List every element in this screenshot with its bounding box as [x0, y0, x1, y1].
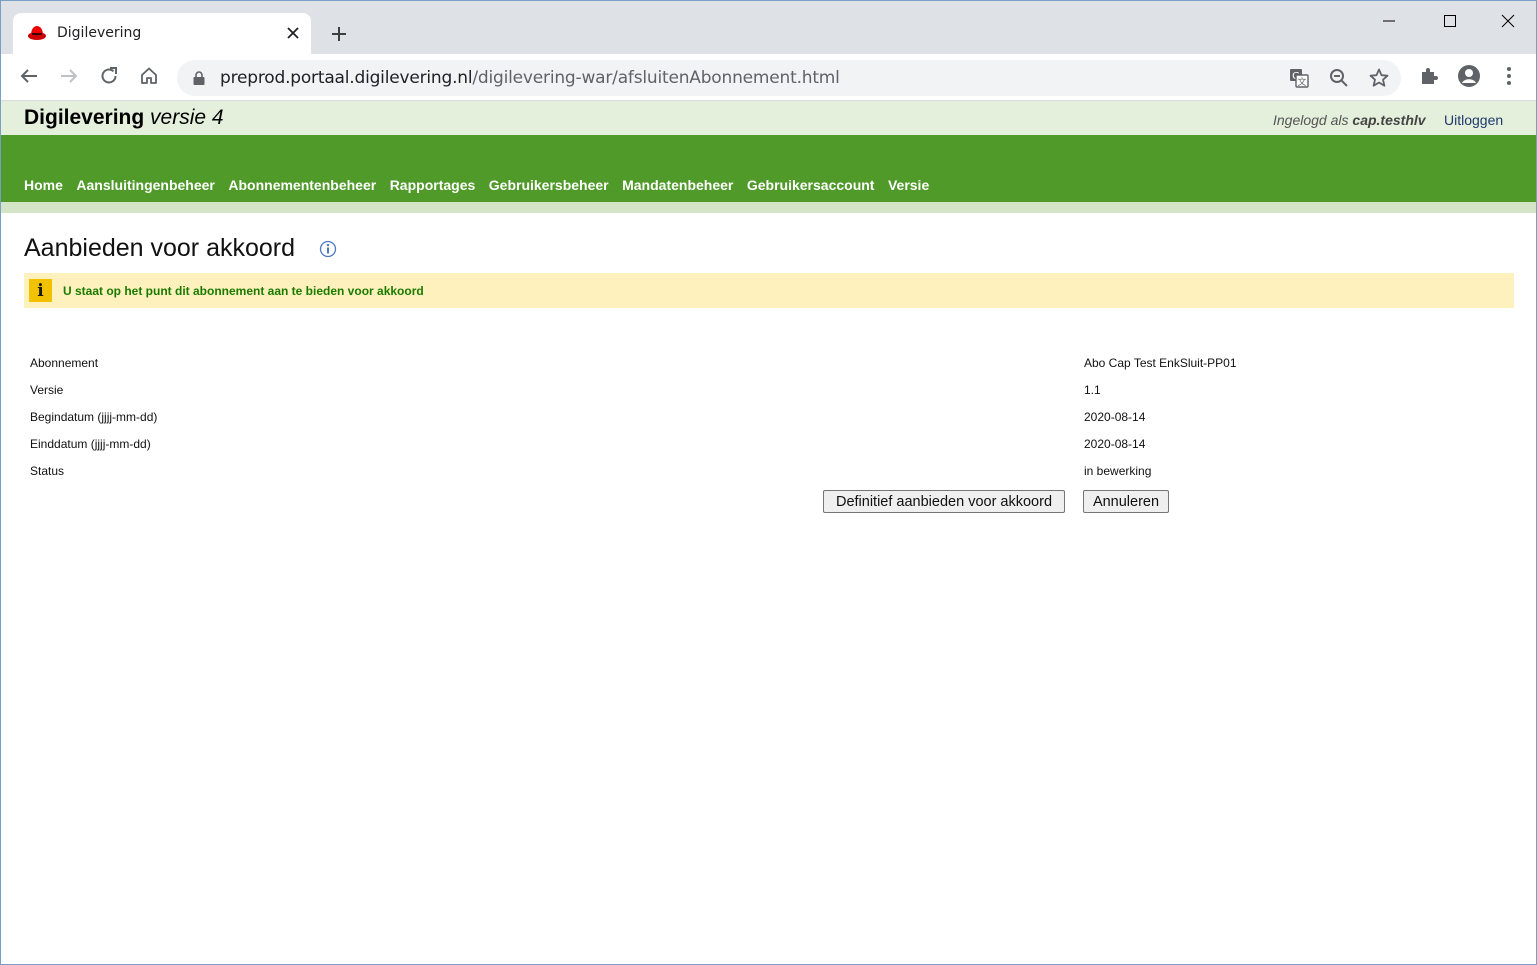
detail-value: Abo Cap Test EnkSluit-PP01	[1084, 356, 1237, 370]
nav-item-mandatenbeheer[interactable]: Mandatenbeheer	[622, 177, 733, 193]
url-text[interactable]: preprod.portaal.digilevering.nl/digileve…	[220, 68, 840, 88]
info-warning-icon: i	[29, 279, 52, 302]
detail-label: Begindatum (jjjj-mm-dd)	[30, 410, 158, 424]
nav-item-rapportages[interactable]: Rapportages	[390, 177, 476, 193]
brand-name: Digilevering	[24, 106, 145, 129]
address-bar[interactable]: preprod.portaal.digilevering.nl/digileve…	[177, 60, 1401, 96]
home-icon[interactable]	[137, 64, 161, 88]
info-help-icon[interactable]	[319, 240, 337, 258]
subscription-details: Abonnement Abo Cap Test EnkSluit-PP01 Ve…	[30, 351, 1330, 486]
detail-value: in bewerking	[1084, 464, 1152, 478]
nav-item-home[interactable]: Home	[24, 177, 63, 193]
close-tab-icon[interactable]	[283, 23, 303, 43]
brand-version: versie 4	[150, 106, 224, 129]
detail-label: Abonnement	[30, 356, 99, 370]
minimize-icon[interactable]	[1377, 9, 1401, 33]
profile-avatar-icon[interactable]	[1457, 64, 1481, 88]
more-menu-icon[interactable]	[1497, 64, 1521, 88]
cancel-button[interactable]: Annuleren	[1083, 490, 1169, 513]
detail-row: Abonnement Abo Cap Test EnkSluit-PP01	[30, 351, 1330, 378]
detail-row: Versie 1.1	[30, 378, 1330, 405]
page-title: Aanbieden voor akkoord	[24, 234, 296, 262]
login-username: cap.testhlv	[1352, 112, 1426, 128]
detail-row: Einddatum (jjjj-mm-dd) 2020-08-14	[30, 432, 1330, 459]
reload-icon[interactable]	[97, 64, 121, 88]
back-arrow-icon[interactable]	[17, 64, 41, 88]
nav-item-gebruikersbeheer[interactable]: Gebruikersbeheer	[489, 177, 609, 193]
info-alert: i U staat op het punt dit abonnement aan…	[24, 273, 1514, 308]
detail-row: Begindatum (jjjj-mm-dd) 2020-08-14	[30, 405, 1330, 432]
url-path: /digilevering-war/afsluitenAbonnement.ht…	[472, 68, 840, 88]
detail-value: 2020-08-14	[1084, 437, 1146, 451]
login-prefix: Ingelogd als	[1273, 112, 1349, 128]
detail-row: Status in bewerking	[30, 459, 1330, 486]
svg-text:文: 文	[1297, 76, 1306, 88]
nav-divider	[1, 202, 1536, 213]
browser-tab[interactable]: Digilevering	[13, 13, 311, 54]
zoom-out-icon[interactable]	[1328, 67, 1350, 89]
detail-label: Versie	[30, 383, 64, 397]
maximize-icon[interactable]	[1438, 9, 1462, 33]
logout-link[interactable]: Uitloggen	[1444, 112, 1503, 128]
nav-item-abonnementenbeheer[interactable]: Abonnementenbeheer	[228, 177, 376, 193]
page-content: Digilevering versie 4 Ingelogd als cap.t…	[1, 101, 1536, 964]
nav-item-versie[interactable]: Versie	[888, 177, 929, 193]
main-navigation: Home Aansluitingenbeheer Abonnementenbeh…	[1, 135, 1536, 202]
detail-label: Status	[30, 464, 65, 478]
nav-item-aansluitingenbeheer[interactable]: Aansluitingenbeheer	[76, 177, 214, 193]
nav-item-gebruikersaccount[interactable]: Gebruikersaccount	[747, 177, 875, 193]
browser-toolbar: preprod.portaal.digilevering.nl/digileve…	[1, 54, 1536, 101]
login-info: Ingelogd als cap.testhlv	[1273, 112, 1426, 128]
bookmark-star-icon[interactable]	[1368, 67, 1390, 89]
redhat-favicon-icon	[28, 26, 46, 40]
forward-arrow-icon[interactable]	[57, 64, 81, 88]
brand-logo: Digilevering versie 4	[24, 106, 224, 130]
lock-icon[interactable]	[192, 70, 206, 86]
tab-title: Digilevering	[57, 25, 142, 41]
detail-value: 2020-08-14	[1084, 410, 1146, 424]
translate-icon[interactable]: G 文	[1288, 67, 1310, 89]
extensions-puzzle-icon[interactable]	[1417, 64, 1441, 88]
browser-window: Digilevering preprod.portaal.digileverin…	[0, 0, 1537, 965]
tab-strip: Digilevering	[1, 1, 1536, 54]
new-tab-icon[interactable]	[327, 22, 351, 46]
detail-value: 1.1	[1084, 383, 1101, 397]
submit-for-approval-button[interactable]: Definitief aanbieden voor akkoord	[823, 490, 1065, 513]
alert-message: U staat op het punt dit abonnement aan t…	[63, 284, 424, 298]
detail-label: Einddatum (jjjj-mm-dd)	[30, 437, 151, 451]
site-header: Digilevering versie 4 Ingelogd als cap.t…	[1, 101, 1536, 135]
url-host: preprod.portaal.digilevering.nl	[220, 68, 473, 88]
window-close-icon[interactable]	[1496, 9, 1520, 33]
